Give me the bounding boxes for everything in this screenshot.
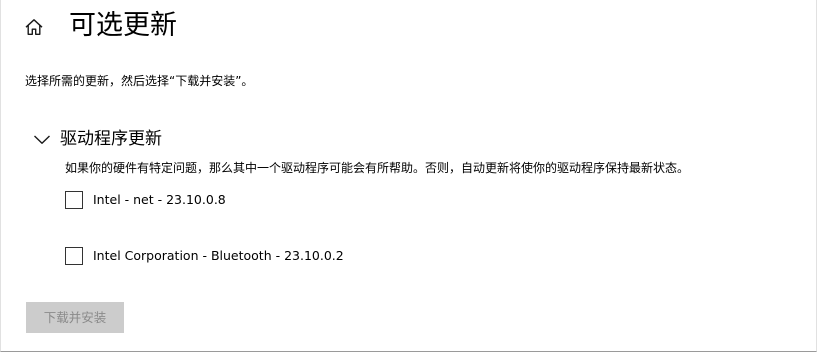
driver-updates-group-header[interactable]: 驱动程序更新 — [33, 127, 162, 151]
optional-updates-page: 可选更新 选择所需的更新，然后选择“下载并安装”。 驱动程序更新 如果你的硬件有… — [0, 0, 817, 352]
driver-updates-title: 驱动程序更新 — [60, 129, 162, 149]
home-button[interactable] — [22, 15, 46, 39]
driver-checkbox[interactable] — [65, 247, 83, 265]
driver-update-label: Intel - net - 23.10.0.8 — [93, 192, 226, 207]
driver-update-label: Intel Corporation - Bluetooth - 23.10.0.… — [93, 248, 344, 263]
download-and-install-button[interactable]: 下载并安装 — [26, 302, 124, 333]
page-description: 选择所需的更新，然后选择“下载并安装”。 — [25, 74, 254, 88]
driver-checkbox[interactable] — [65, 191, 83, 209]
chevron-down-icon — [33, 133, 51, 145]
driver-update-item[interactable]: Intel - net - 23.10.0.8 — [65, 191, 226, 209]
driver-updates-description: 如果你的硬件有特定问题，那么其中一个驱动程序可能会有所帮助。否则，自动更新将使你… — [65, 161, 690, 175]
home-icon — [25, 19, 43, 35]
page-title: 可选更新 — [69, 10, 177, 41]
driver-update-item[interactable]: Intel Corporation - Bluetooth - 23.10.0.… — [65, 247, 344, 265]
